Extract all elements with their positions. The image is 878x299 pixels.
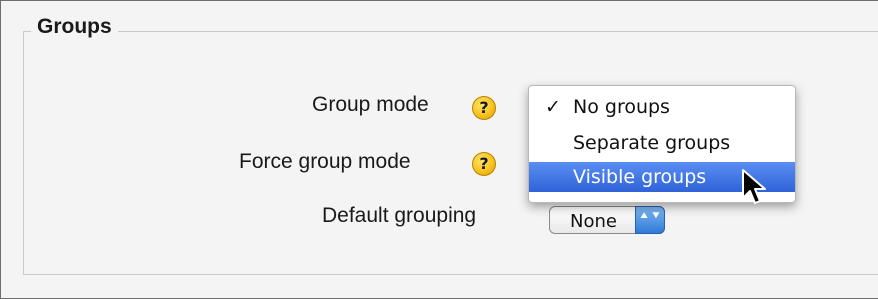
menu-item-label: Separate groups — [573, 132, 731, 154]
help-icon[interactable]: ? — [472, 96, 496, 120]
help-icon[interactable]: ? — [472, 152, 496, 176]
force-group-mode-label: Force group mode — [239, 150, 411, 173]
select-arrows-icon: ▲▼ — [635, 206, 665, 234]
window-frame: Groups Group mode ? Force group mode ? D… — [0, 0, 878, 299]
menu-item-no-groups[interactable]: ✓ No groups — [529, 92, 795, 122]
mouse-pointer-icon — [742, 169, 766, 204]
menu-item-label: Visible groups — [573, 166, 707, 188]
default-grouping-label: Default grouping — [322, 204, 477, 227]
default-grouping-value: None — [570, 211, 617, 232]
menu-item-label: No groups — [573, 96, 670, 118]
checkmark-icon: ✓ — [545, 96, 561, 118]
menu-item-separate-groups[interactable]: Separate groups — [529, 128, 795, 158]
fieldset-legend: Groups — [31, 15, 118, 39]
group-mode-label: Group mode — [312, 93, 429, 116]
default-grouping-select[interactable]: None ▲▼ — [549, 206, 665, 234]
